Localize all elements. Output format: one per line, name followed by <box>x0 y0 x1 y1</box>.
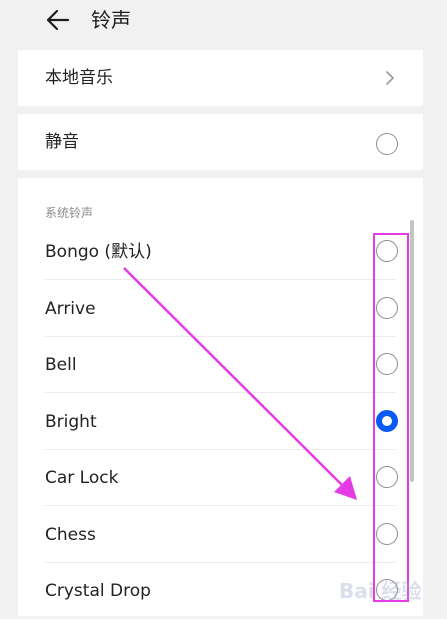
ringtone-label: Chess <box>45 524 96 545</box>
annotation-highlight-box <box>373 233 409 602</box>
section-header: 系统铃声 <box>45 206 94 220</box>
watermark-logo: Bai 经验 <box>339 579 422 603</box>
arrow-left-icon <box>46 9 70 31</box>
ringtone-label: Crystal Drop <box>45 581 151 601</box>
top-bar: 铃声 <box>0 0 447 44</box>
silent-radio[interactable] <box>376 133 398 155</box>
silent-label: 静音 <box>45 132 79 152</box>
ringtone-item[interactable]: Bright <box>18 394 423 450</box>
ringtone-label: Bongo (默认) <box>45 242 152 262</box>
local-music-label: 本地音乐 <box>45 68 113 88</box>
ringtone-label: Bright <box>45 411 97 432</box>
system-ringtones-card: 系统铃声 Bongo (默认) Arrive Bell Bright Car Lock C… <box>18 178 423 616</box>
local-music-row[interactable]: 本地音乐 <box>18 50 423 106</box>
ringtone-item[interactable]: Bongo (默认) <box>18 224 423 280</box>
ringtone-item[interactable]: Bell <box>18 337 423 393</box>
ringtone-item[interactable]: Car Lock <box>18 450 423 506</box>
scrollbar[interactable] <box>410 220 414 482</box>
ringtone-label: Arrive <box>45 298 96 319</box>
ringtone-label: Car Lock <box>45 468 119 488</box>
chevron-right-icon <box>386 71 394 85</box>
svg-text:Bai 经验: Bai 经验 <box>339 579 422 603</box>
silent-row[interactable]: 静音 <box>18 114 423 170</box>
back-button[interactable] <box>44 6 72 34</box>
ringtone-item[interactable]: Arrive <box>18 281 423 337</box>
ringtone-item[interactable]: Chess <box>18 507 423 563</box>
page-title: 铃声 <box>91 8 131 32</box>
ringtone-label: Bell <box>45 355 77 375</box>
